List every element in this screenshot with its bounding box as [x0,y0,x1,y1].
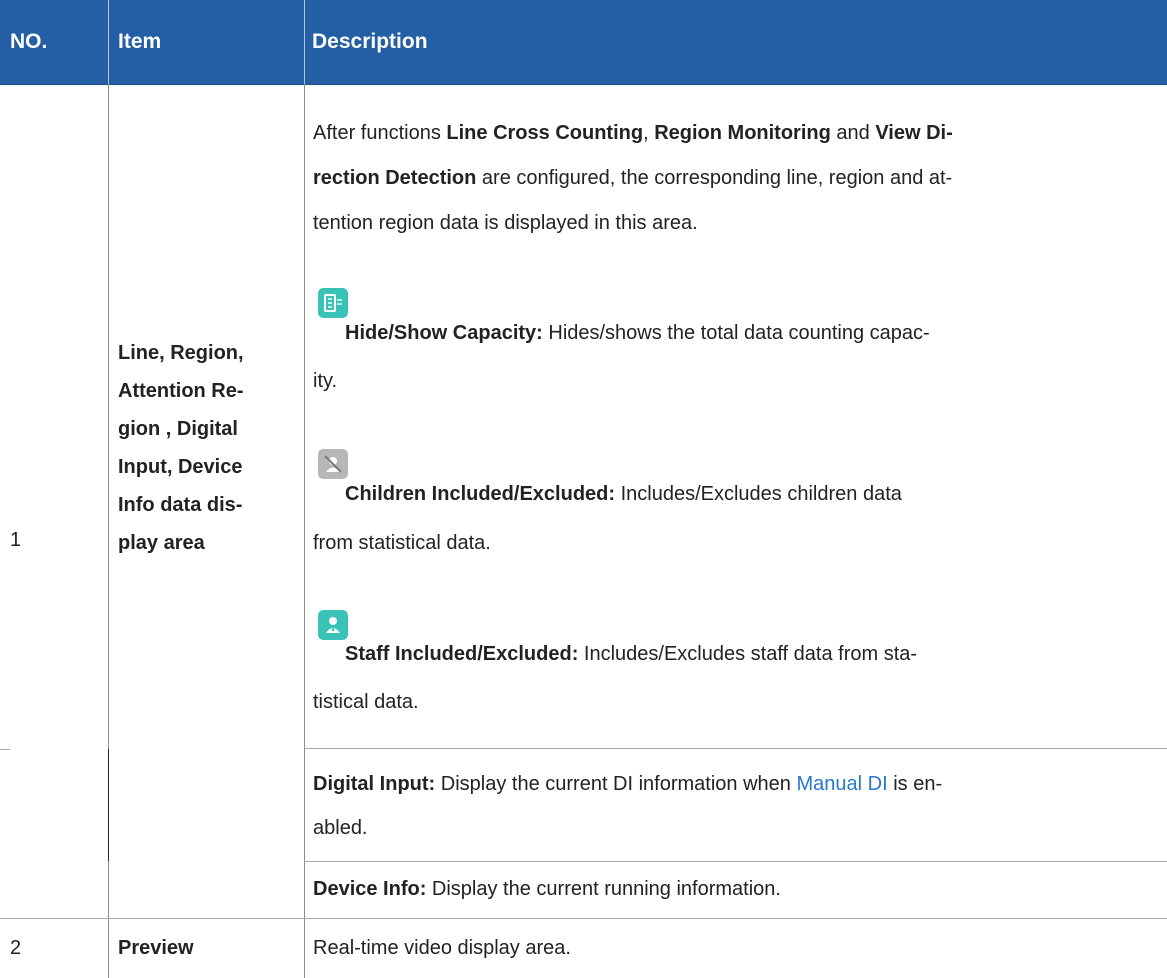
option-name: Digital Input: [313,773,436,795]
row-number: 1 [10,529,22,551]
capacity-description-cont: ity. [313,370,338,392]
text: Display the current DI information when [435,773,797,795]
grid-line [0,749,10,750]
text: Hides/shows the total data counting capa… [542,322,930,344]
device-info-description: Device Info: Display the current running… [313,869,1158,909]
function-name: View Di- [875,122,953,144]
item-label-line: play area [118,532,205,554]
header-divider [108,0,109,84]
item-label-line: Attention Re- [118,380,244,402]
grid-line [108,749,109,861]
option-name: Hide/Show Capacity: [345,322,543,344]
capacity-icon[interactable] [318,288,348,318]
function-name: rection Detection [313,167,477,189]
text: and [830,122,876,144]
option-name: Device Info: [313,878,427,900]
manual-di-link[interactable]: Manual DI [796,773,887,795]
item-label-line: Input, Device [118,456,243,478]
text: are configured, the corresponding line, … [476,167,953,189]
function-name: Line Cross Counting [446,122,644,144]
intro-line: rection Detection are configured, the co… [313,158,1153,198]
item-label: Preview [118,937,194,959]
text: Includes/Excludes staff data from sta- [578,643,918,665]
item-label-line: Line, Region, [118,342,244,364]
item-label-line: gion , Digital [118,418,238,440]
item-label-line: Info data dis- [118,494,243,516]
intro-line: After functions Line Cross Counting, Reg… [313,113,1153,153]
option-name: Children Included/Excluded: [345,483,616,505]
text: , [643,122,655,144]
header-divider [304,0,305,84]
function-name: Region Monitoring [654,122,831,144]
info-table: NO. Item Description 1 Line, Region, Att… [0,0,1167,978]
digital-input-description: Digital Input: Display the current DI in… [313,764,1158,804]
text: Includes/Excludes children data [615,483,902,505]
digital-input-description-cont: abled. [313,817,368,839]
grid-line [108,84,109,749]
staff-icon[interactable] [318,610,348,640]
grid-line [304,748,1167,749]
grid-line [0,918,1167,919]
preview-description: Real-time video display area. [313,937,571,959]
children-description-cont: from statistical data. [313,532,491,554]
text: After functions [313,122,447,144]
grid-line [304,84,305,978]
row-number: 2 [10,937,22,959]
table-header: NO. Item Description [0,0,1167,85]
text: is en- [887,773,943,795]
option-name: Staff Included/Excluded: [345,643,579,665]
staff-description-cont: tistical data. [313,691,419,713]
intro-line: tention region data is displayed in this… [313,212,698,234]
grid-line [108,861,109,978]
header-no: NO. [10,30,48,53]
capacity-description: Hide/Show Capacity: Hides/shows the tota… [345,313,1165,353]
intro-paragraph: After functions Line Cross Counting, Reg… [313,113,1153,243]
children-icon[interactable] [318,449,348,479]
children-description: Children Included/Excluded: Includes/Exc… [345,474,1165,514]
grid-line [304,861,1167,862]
text: Display the current running information. [426,878,781,900]
header-description: Description [312,30,428,53]
staff-description: Staff Included/Excluded: Includes/Exclud… [345,634,1165,674]
header-item: Item [118,30,162,53]
